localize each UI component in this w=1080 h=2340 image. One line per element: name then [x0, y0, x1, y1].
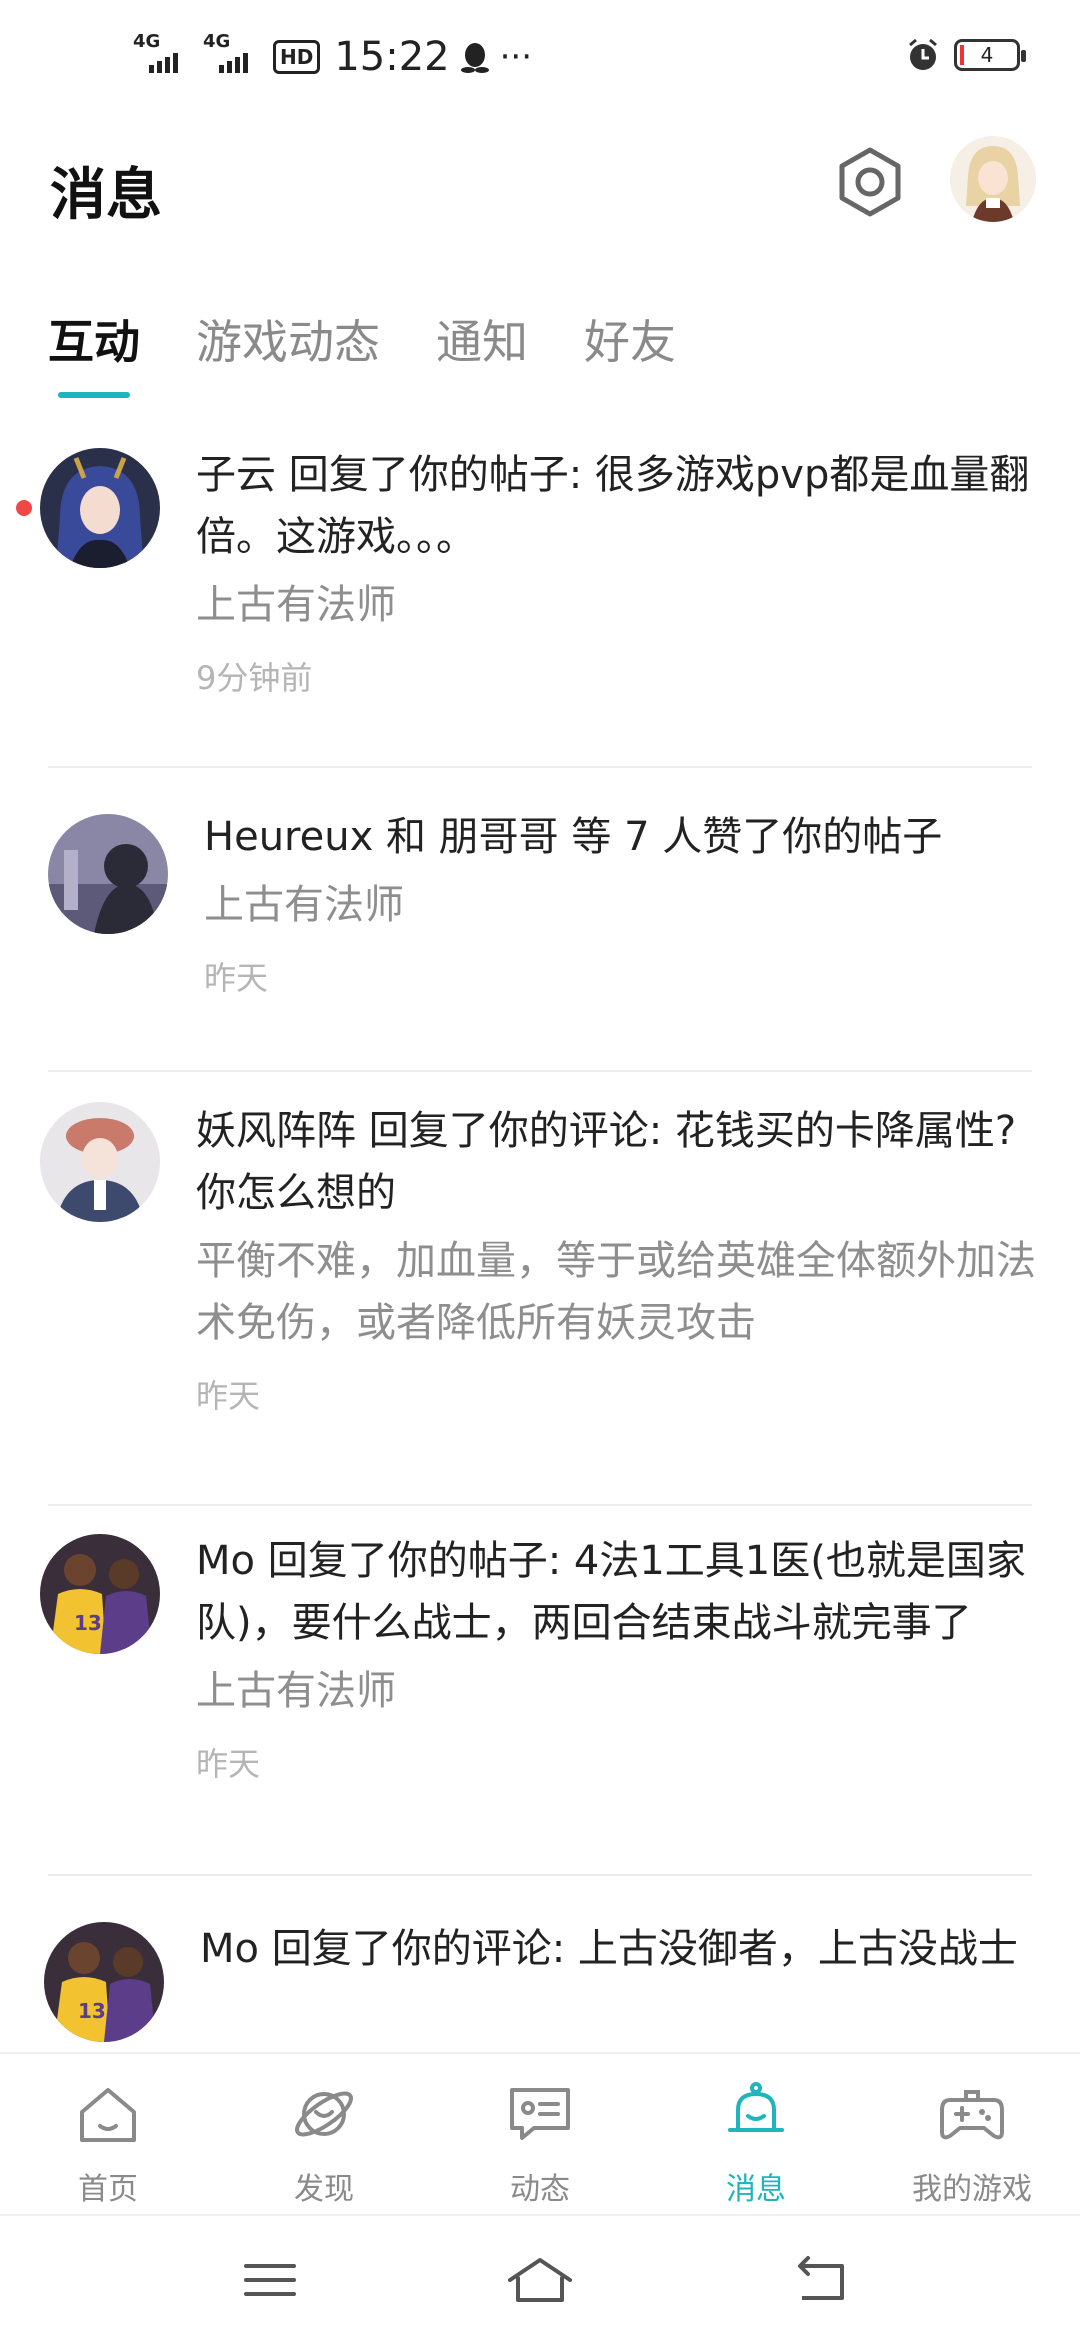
user-avatar[interactable] — [950, 136, 1036, 222]
tab-notifications[interactable]: 通知 — [436, 306, 528, 386]
bottom-nav: 首页 发现 动态 消息 我的游戏 — [0, 2052, 1080, 2214]
nav-discover[interactable]: 发现 — [216, 2054, 432, 2216]
home-icon — [80, 2088, 136, 2142]
bell-icon — [728, 2082, 784, 2132]
nav-home[interactable]: 首页 — [0, 2054, 216, 2216]
gamepad-icon — [940, 2090, 1004, 2140]
avatar[interactable]: 13 — [44, 1922, 164, 2042]
chat-card-icon — [510, 2088, 570, 2140]
message-post-name: 上古有法师 — [196, 582, 396, 628]
menu-lines-icon — [244, 2264, 296, 2296]
signal-1-icon: 4G — [133, 31, 193, 77]
tab-game-updates[interactable]: 游戏动态 — [196, 306, 380, 386]
back-arrow-icon — [798, 2256, 844, 2300]
svg-text:13: 13 — [74, 1611, 102, 1635]
message-time: 昨天 — [196, 1745, 261, 1783]
message-quote: 平衡不难，加血量，等于或给英雄全体额外加法术免伤，或者降低所有妖灵攻击 — [196, 1238, 1036, 1346]
avatar[interactable]: 13 — [40, 1534, 160, 1654]
status-left: 4G 4G HD 15:22 ··· — [133, 31, 533, 80]
home-system-button[interactable] — [504, 2244, 576, 2316]
hd-voice-icon: HD — [273, 40, 321, 74]
message-time: 昨天 — [196, 1377, 261, 1415]
planet-icon — [295, 2091, 353, 2137]
nav-feed[interactable]: 动态 — [432, 2054, 648, 2216]
avatar[interactable] — [40, 1102, 160, 1222]
message-time: 9分钟前 — [196, 659, 313, 697]
message-post-name: 上古有法师 — [196, 1668, 396, 1714]
qq-icon — [460, 40, 490, 74]
alarm-icon — [906, 38, 940, 72]
message-time: 昨天 — [204, 959, 269, 997]
list-item[interactable]: 子云 回复了你的帖子: 很多游戏pvp都是血量翻倍。这游戏。。。 上古有法师 9… — [0, 420, 1080, 766]
message-list: 子云 回复了你的帖子: 很多游戏pvp都是血量翻倍。这游戏。。。 上古有法师 9… — [0, 420, 1080, 2052]
home-outline-icon — [508, 2258, 572, 2302]
page-title: 消息 — [50, 163, 162, 228]
system-nav-bar — [0, 2214, 1080, 2340]
back-system-button[interactable] — [786, 2244, 858, 2316]
list-item[interactable]: Heureux 和 朋哥哥 等 7 人赞了你的帖子 上古有法师 昨天 — [0, 768, 1080, 1070]
list-item[interactable]: 13 Mo 回复了你的帖子: 4法1工具1医(也就是国家队)，要什么战士，两回合… — [0, 1506, 1080, 1874]
avatar[interactable] — [48, 814, 168, 934]
status-time: 15:22 — [334, 34, 450, 80]
signal-2-icon: 4G — [203, 31, 263, 77]
settings-hexagon-icon — [839, 147, 901, 217]
message-post-name: 上古有法师 — [204, 882, 404, 928]
recent-apps-button[interactable] — [234, 2244, 306, 2316]
settings-button[interactable] — [832, 144, 908, 220]
nav-messages[interactable]: 消息 — [648, 2054, 864, 2216]
message-title: Heureux 和 朋哥哥 等 7 人赞了你的帖子 — [204, 814, 943, 860]
svg-text:13: 13 — [78, 1999, 106, 2023]
tab-friends[interactable]: 好友 — [584, 306, 676, 386]
battery-icon: 4 — [954, 39, 1026, 71]
avatar[interactable] — [40, 448, 160, 568]
unread-dot — [16, 500, 32, 516]
message-title: Mo 回复了你的评论: 上古没御者，上古没战士 — [200, 1926, 1018, 1972]
message-tabs: 互动 游戏动态 通知 好友 — [48, 306, 676, 406]
tab-interaction[interactable]: 互动 — [48, 306, 140, 398]
nav-my-games[interactable]: 我的游戏 — [864, 2054, 1080, 2216]
more-status-icon: ··· — [499, 37, 533, 77]
list-item[interactable]: 13 Mo 回复了你的评论: 上古没御者，上古没战士 — [0, 1876, 1080, 2052]
message-title: 子云 回复了你的帖子: 很多游戏pvp都是血量翻倍。这游戏。。。 — [196, 452, 1030, 560]
message-title: Mo 回复了你的帖子: 4法1工具1医(也就是国家队)，要什么战士，两回合结束战… — [196, 1538, 1026, 1646]
status-bar: 4G 4G HD 15:22 ··· 4 — [0, 0, 1080, 120]
message-title: 妖风阵阵 回复了你的评论: 花钱买的卡降属性? 你怎么想的 — [196, 1108, 1017, 1216]
status-right: 4 — [906, 38, 1026, 72]
list-item[interactable]: 妖风阵阵 回复了你的评论: 花钱买的卡降属性? 你怎么想的 平衡不难，加血量，等… — [0, 1072, 1080, 1504]
